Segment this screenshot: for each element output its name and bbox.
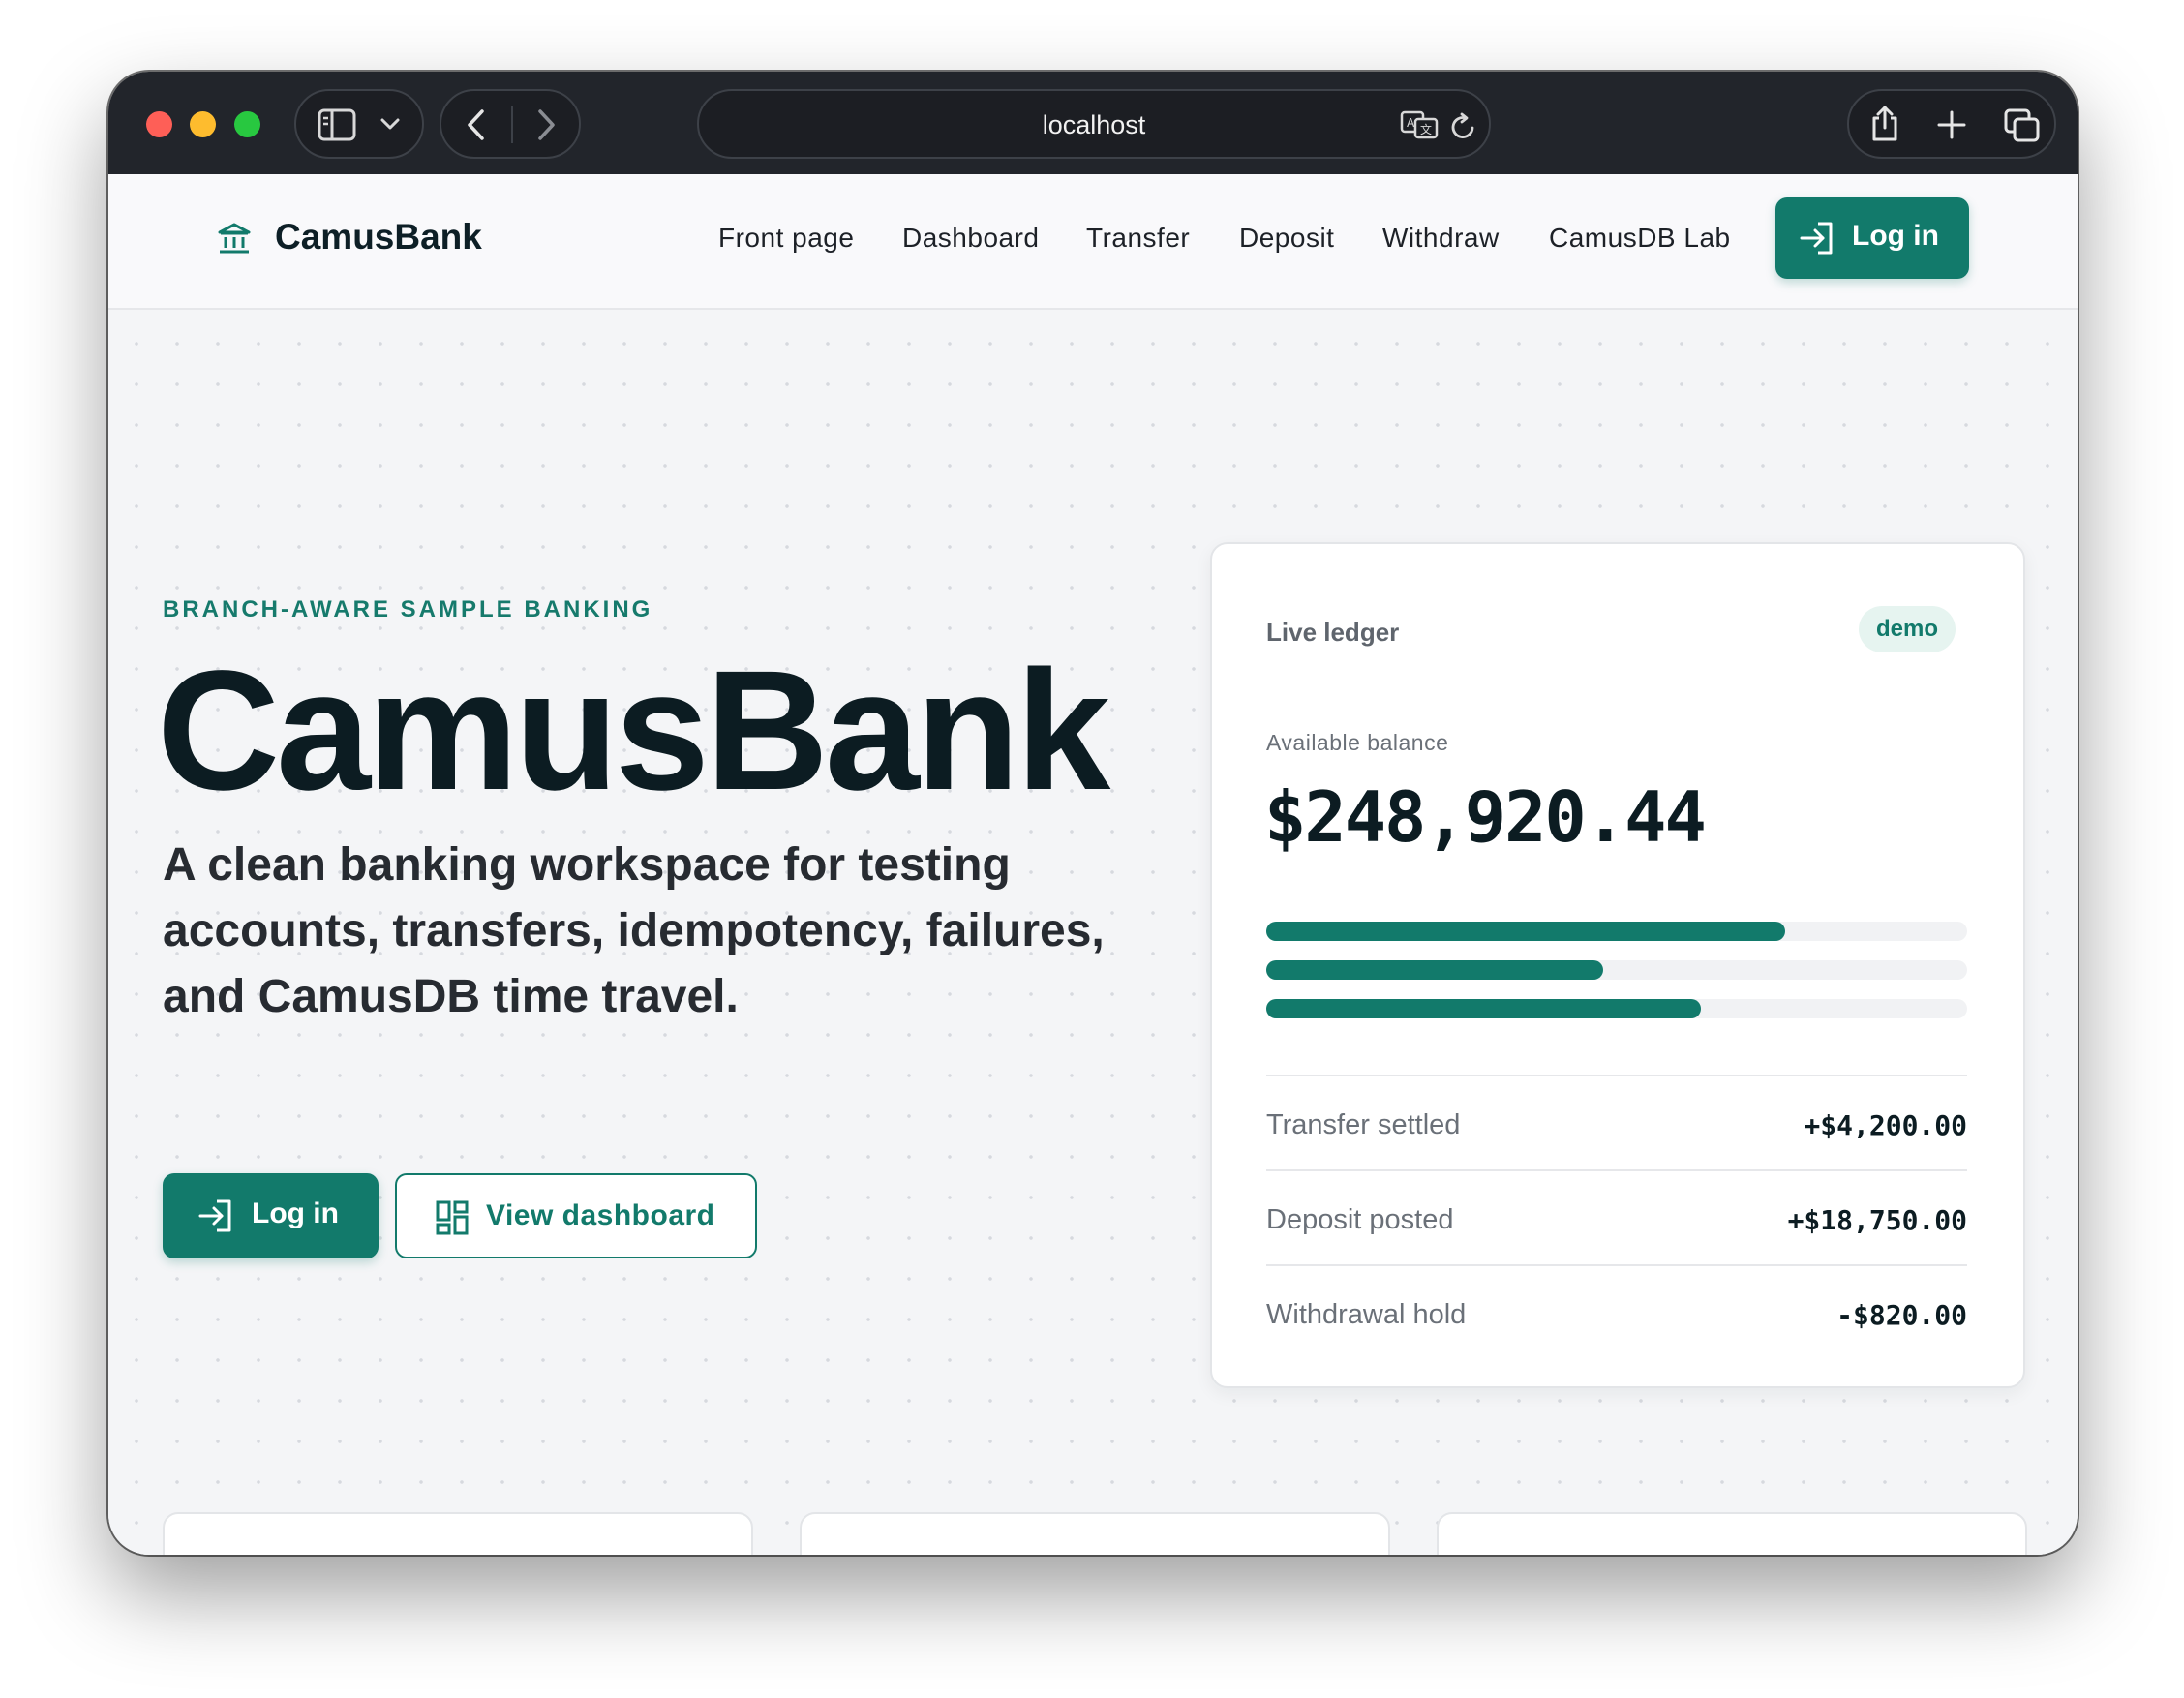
translate-icon[interactable]: A 文 xyxy=(1400,110,1439,139)
ledger-row: Transfer settled +$4,200.00 xyxy=(1266,1075,1967,1169)
balance-amount: $248,920.44 xyxy=(1264,776,1707,858)
bank-icon xyxy=(218,223,251,254)
sidebar-icon[interactable] xyxy=(318,108,356,141)
back-icon[interactable] xyxy=(465,108,488,141)
view-dashboard-label: View dashboard xyxy=(486,1199,715,1231)
nav-link-deposit[interactable]: Deposit xyxy=(1239,223,1334,254)
ledger-row-amount: -$820.00 xyxy=(1836,1299,1967,1331)
header-login-label: Log in xyxy=(1852,220,1939,252)
ledger-row-label: Deposit posted xyxy=(1266,1204,1454,1235)
chevron-down-icon[interactable] xyxy=(379,116,401,132)
ledger-bar-track xyxy=(1266,922,1967,941)
hero-title: CamusBank xyxy=(157,636,1110,826)
site-header: CamusBank Front page Dashboard Transfer … xyxy=(108,174,2078,310)
forward-icon[interactable] xyxy=(534,108,558,141)
feature-card-receipt xyxy=(1437,1512,2027,1555)
ledger-row: Deposit posted +$18,750.00 xyxy=(1266,1169,1967,1264)
browser-window: localhost A 文 CamusBank Front page Dashb… xyxy=(108,72,2078,1555)
ledger-bar-track xyxy=(1266,999,1967,1018)
nav-link-camusdb-lab[interactable]: CamusDB Lab xyxy=(1549,223,1731,254)
nav-separator xyxy=(511,106,513,143)
svg-text:A: A xyxy=(1407,116,1415,130)
ledger-row-amount: +$4,200.00 xyxy=(1804,1109,1967,1141)
hero-section: BRANCH-AWARE SAMPLE BANKING CamusBank A … xyxy=(108,310,2078,1555)
ledger-row-amount: +$18,750.00 xyxy=(1787,1204,1967,1236)
hero-login-button[interactable]: Log in xyxy=(163,1173,379,1258)
ledger-row-label: Transfer settled xyxy=(1266,1109,1461,1140)
ledger-row-label: Withdrawal hold xyxy=(1266,1299,1467,1330)
minimize-window-button[interactable] xyxy=(190,111,216,137)
feature-card-transfers xyxy=(163,1512,753,1555)
tabs-overview-icon[interactable] xyxy=(2004,108,2041,143)
zoom-window-button[interactable] xyxy=(234,111,260,137)
ledger-bar-fill xyxy=(1266,999,1701,1018)
browser-actions-group xyxy=(1847,89,2056,159)
hero-login-label: Log in xyxy=(252,1198,339,1229)
balance-label: Available balance xyxy=(1266,730,1449,755)
ledger-title: Live ledger xyxy=(1266,618,1400,647)
feature-card-network xyxy=(800,1512,1390,1555)
reload-icon[interactable] xyxy=(1450,112,1477,141)
nav-link-withdraw[interactable]: Withdraw xyxy=(1382,223,1500,254)
brand-logo-text[interactable]: CamusBank xyxy=(275,217,482,258)
nav-link-transfer[interactable]: Transfer xyxy=(1086,223,1190,254)
ledger-row: Withdrawal hold -$820.00 xyxy=(1266,1264,1967,1359)
dashboard-icon xyxy=(436,1200,469,1235)
close-window-button[interactable] xyxy=(146,111,172,137)
share-icon[interactable] xyxy=(1868,105,1901,143)
ledger-bar-fill xyxy=(1266,960,1603,980)
nav-link-front-page[interactable]: Front page xyxy=(718,223,854,254)
header-login-button[interactable]: Log in xyxy=(1775,197,1969,279)
url-text: localhost xyxy=(1042,110,1146,139)
history-nav-group xyxy=(440,89,581,159)
hero-subtitle: A clean banking workspace for testing ac… xyxy=(163,839,1105,1022)
svg-text:文: 文 xyxy=(1420,122,1432,136)
address-bar[interactable]: localhost A 文 xyxy=(697,89,1491,159)
hero-eyebrow: BRANCH-AWARE SAMPLE BANKING xyxy=(163,596,653,622)
nav-link-dashboard[interactable]: Dashboard xyxy=(902,223,1039,254)
demo-badge: demo xyxy=(1859,606,1956,652)
ledger-bar-fill xyxy=(1266,922,1785,941)
view-dashboard-button[interactable]: View dashboard xyxy=(395,1173,757,1258)
new-tab-icon[interactable] xyxy=(1936,109,1967,140)
login-icon xyxy=(198,1199,231,1232)
live-ledger-card: Live ledger demo Available balance $248,… xyxy=(1210,542,2025,1388)
browser-toolbar: localhost A 文 xyxy=(108,72,2078,174)
sidebar-toggle-group xyxy=(294,89,424,159)
ledger-bar-track xyxy=(1266,960,1967,980)
login-icon xyxy=(1800,222,1833,255)
